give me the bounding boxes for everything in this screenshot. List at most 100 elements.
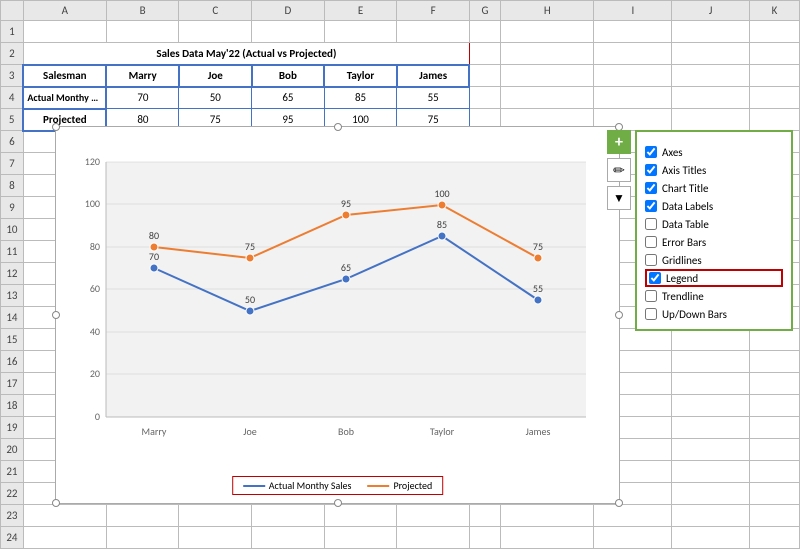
cell-r17-c10[interactable] (750, 373, 800, 395)
col-header-marry[interactable]: Marry (106, 65, 179, 87)
cell-r2-c8[interactable] (594, 43, 672, 65)
cell-r24-c6[interactable] (469, 527, 500, 549)
row-header-6[interactable]: 6 (1, 131, 24, 153)
row-header-22[interactable]: 22 (1, 483, 24, 505)
panel-item-axis-titles[interactable]: Axis Titles (645, 161, 783, 179)
col-header-c[interactable]: C (179, 1, 252, 21)
cell-r23-c10[interactable] (750, 505, 800, 527)
cell-r1-c2[interactable] (179, 21, 252, 43)
row-header-24[interactable]: 24 (1, 527, 24, 549)
cell-r15-c9[interactable] (672, 329, 750, 351)
cell-r21-c10[interactable] (750, 461, 800, 483)
chart-filter-button[interactable]: ▼ (607, 186, 631, 210)
col-header-taylor[interactable]: Taylor (324, 65, 397, 87)
chart-style-button[interactable]: ✏ (607, 158, 631, 182)
cell-r23-c5[interactable] (397, 505, 470, 527)
checkbox-data-labels[interactable] (645, 200, 657, 212)
row-header-actual[interactable]: Actual Monthy Sales (23, 87, 106, 109)
row-header-7[interactable]: 7 (1, 153, 24, 175)
col-header-j[interactable]: J (672, 1, 750, 21)
cell-r18-c9[interactable] (672, 395, 750, 417)
row-header-5[interactable]: 5 (1, 109, 24, 131)
actual-value-2[interactable]: 65 (252, 87, 325, 109)
panel-item-up/down-bars[interactable]: Up/Down Bars (645, 305, 783, 323)
col-header-e[interactable]: E (324, 1, 397, 21)
panel-item-trendline[interactable]: Trendline (645, 287, 783, 305)
cell-r1-c10[interactable] (750, 21, 800, 43)
cell-r1-c7[interactable] (501, 21, 594, 43)
cell-r5-c9[interactable] (672, 109, 750, 131)
row-header-2[interactable]: 2 (1, 43, 24, 65)
row-header-13[interactable]: 13 (1, 285, 24, 307)
cell-r18-c10[interactable] (750, 395, 800, 417)
chart-area[interactable]: 0 20 40 60 80 100 120 Marry Joe Bob Tayl… (55, 126, 620, 504)
cell-r17-c9[interactable] (672, 373, 750, 395)
checkbox-chart-title[interactable] (645, 182, 657, 194)
cell-r3-c9[interactable] (672, 65, 750, 87)
resize-handle-ml[interactable] (52, 311, 60, 319)
cell-r22-c9[interactable] (672, 483, 750, 505)
resize-handle-br[interactable] (615, 499, 623, 507)
cell-r23-c7[interactable] (501, 505, 594, 527)
row-header-17[interactable]: 17 (1, 373, 24, 395)
row-header-1[interactable]: 1 (1, 21, 24, 43)
resize-handle-mr[interactable] (615, 311, 623, 319)
panel-item-gridlines[interactable]: Gridlines (645, 251, 783, 269)
panel-item-data-labels[interactable]: Data Labels (645, 197, 783, 215)
panel-item-chart-title[interactable]: Chart Title (645, 179, 783, 197)
col-header-a[interactable]: A (23, 1, 106, 21)
row-header-10[interactable]: 10 (1, 219, 24, 241)
cell-r22-c10[interactable] (750, 483, 800, 505)
resize-handle-tc[interactable] (334, 123, 342, 131)
cell-r24-c0[interactable] (23, 527, 106, 549)
cell-r2-c9[interactable] (672, 43, 750, 65)
actual-value-4[interactable]: 55 (397, 87, 470, 109)
col-header-joe[interactable]: Joe (179, 65, 252, 87)
checkbox-up/down-bars[interactable] (645, 308, 657, 320)
row-header-20[interactable]: 20 (1, 439, 24, 461)
panel-item-error-bars[interactable]: Error Bars (645, 233, 783, 251)
cell-r2-c6[interactable] (469, 43, 500, 65)
col-header-g[interactable]: G (469, 1, 500, 21)
cell-r15-c10[interactable] (750, 329, 800, 351)
resize-handle-bl[interactable] (52, 499, 60, 507)
cell-r24-c1[interactable] (106, 527, 179, 549)
checkbox-data-table[interactable] (645, 218, 657, 230)
col-header-k[interactable]: K (750, 1, 800, 21)
row-header-16[interactable]: 16 (1, 351, 24, 373)
cell-r23-c3[interactable] (252, 505, 325, 527)
checkbox-legend[interactable] (649, 272, 661, 284)
panel-item-legend[interactable]: Legend (645, 269, 783, 287)
cell-r4-c10[interactable] (750, 87, 800, 109)
cell-r23-c9[interactable] (672, 505, 750, 527)
cell-r4-c9[interactable] (672, 87, 750, 109)
panel-item-axes[interactable]: Axes (645, 143, 783, 161)
row-header-11[interactable]: 11 (1, 241, 24, 263)
cell-r24-c4[interactable] (324, 527, 397, 549)
col-header-james[interactable]: James (397, 65, 470, 87)
col-header-h[interactable]: H (501, 1, 594, 21)
checkbox-trendline[interactable] (645, 290, 657, 302)
row-header-4[interactable]: 4 (1, 87, 24, 109)
cell-r24-c8[interactable] (594, 527, 672, 549)
row-header-14[interactable]: 14 (1, 307, 24, 329)
checkbox-gridlines[interactable] (645, 254, 657, 266)
cell-r21-c9[interactable] (672, 461, 750, 483)
cell-r1-c5[interactable] (397, 21, 470, 43)
cell-r3-c8[interactable] (594, 65, 672, 87)
cell-r23-c6[interactable] (469, 505, 500, 527)
cell-r23-c8[interactable] (594, 505, 672, 527)
cell-r1-c0[interactable] (23, 21, 106, 43)
row-header-12[interactable]: 12 (1, 263, 24, 285)
cell-r2-c10[interactable] (750, 43, 800, 65)
resize-handle-tl[interactable] (52, 123, 60, 131)
cell-r1-c6[interactable] (469, 21, 500, 43)
col-header-i[interactable]: I (594, 1, 672, 21)
cell-r1-c4[interactable] (324, 21, 397, 43)
checkbox-error-bars[interactable] (645, 236, 657, 248)
add-chart-element-button[interactable]: + (607, 130, 631, 154)
checkbox-axis-titles[interactable] (645, 164, 657, 176)
panel-item-data-table[interactable]: Data Table (645, 215, 783, 233)
actual-value-1[interactable]: 50 (179, 87, 252, 109)
col-header-bob[interactable]: Bob (252, 65, 325, 87)
